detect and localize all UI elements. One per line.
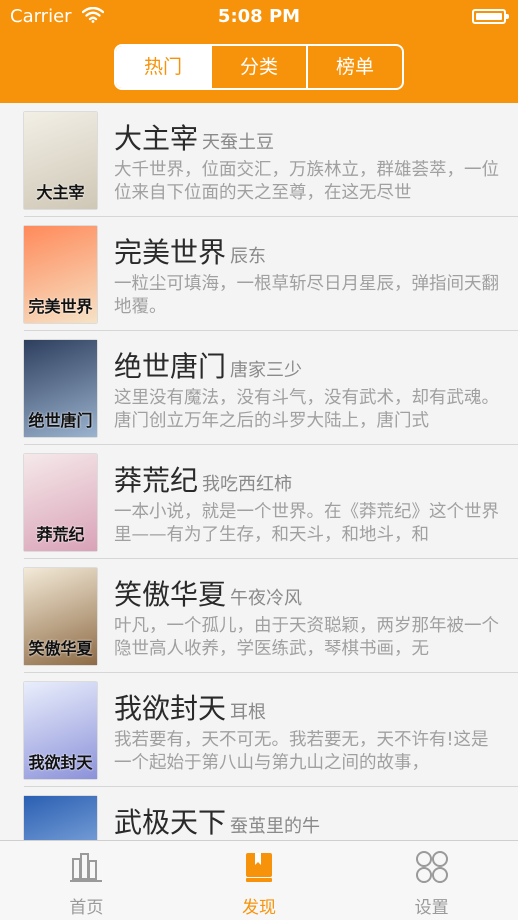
book-cover: 大主宰 [24, 112, 97, 209]
nav-header: Carrier 5:08 PM 热门 分类 榜单 [0, 0, 518, 103]
book-author: 午夜冷风 [230, 588, 303, 609]
settings-icon [415, 851, 448, 883]
cover-title: 绝世唐门 [28, 411, 93, 430]
tab-label-home: 首页 [69, 898, 104, 918]
segment-ranking[interactable]: 榜单 [306, 46, 402, 88]
book-title-line: 我欲封天 耳根 [114, 687, 266, 727]
book-description: 叶凡，一个孤儿，由于天资聪颖，两岁那年被一个隐世高人收养，学医练武，琴棋书画，无 [114, 616, 499, 659]
book-row-5[interactable]: 我欲封天 我欲封天 耳根 我若要有，天不可无。我若要无，天不许有!这是一个起始于第… [24, 673, 518, 787]
tab-bar: 首页 发现 设置 [0, 840, 518, 920]
book-title: 大主宰 [114, 122, 199, 155]
book-row-1[interactable]: 完美世界 完美世界 辰东 一粒尘可填海，一根草斩尽日月星辰，弹指间天翻地覆。 [24, 217, 518, 331]
book-list: 大主宰 大主宰 天蚕土豆 大千世界，位面交汇，万族林立，群雄荟萃，一位位来自下位面… [0, 103, 518, 840]
book-author: 耳根 [230, 702, 267, 723]
book-title: 绝世唐门 [114, 350, 227, 383]
book-row-3[interactable]: 莽荒纪 莽荒纪 我吃西红柿 一本小说，就是一个世界。在《莽荒纪》这个世界里——有为… [24, 445, 518, 559]
cover-title: 大主宰 [36, 183, 85, 202]
book-title-line: 大主宰 天蚕土豆 [114, 117, 274, 157]
cover-title: 完美世界 [28, 297, 93, 316]
book-row-2[interactable]: 绝世唐门 绝世唐门 唐家三少 这里没有魔法，没有斗气，没有武术，却有武魂。唐门创立… [24, 331, 518, 445]
cover-title: 笑傲华夏 [28, 639, 93, 658]
segment-category[interactable]: 分类 [210, 46, 306, 88]
tab-label-settings: 设置 [414, 898, 449, 918]
book-cover: 完美世界 [24, 226, 97, 323]
book-author: 辰东 [230, 246, 267, 267]
book-row-4[interactable]: 笑傲华夏 笑傲华夏 午夜冷风 叶凡，一个孤儿，由于天资聪颖，两岁那年被一个隐世高人… [24, 559, 518, 673]
book-cover: 莽荒纪 [24, 454, 97, 551]
segment-hot[interactable]: 热门 [116, 46, 210, 88]
tab-home[interactable]: 首页 [0, 841, 173, 920]
book-cover: 武极 [24, 796, 97, 840]
status-time: 5:08 PM [217, 6, 301, 27]
book-author: 蚕茧里的牛 [230, 816, 321, 837]
book-title-line: 笑傲华夏 午夜冷风 [114, 573, 302, 613]
book-cover: 绝世唐门 [24, 340, 97, 437]
book-row-6[interactable]: 武极 武极天下蚕茧里的牛 [24, 787, 518, 840]
book-icon [246, 853, 272, 882]
book-title: 莽荒纪 [114, 464, 199, 497]
battery-icon [472, 9, 509, 24]
book-author: 唐家三少 [230, 360, 303, 381]
book-title-line: 完美世界 辰东 [114, 231, 266, 271]
tab-discover[interactable]: 发现 [173, 841, 346, 920]
book-title-line: 武极天下 蚕茧里的牛 [114, 801, 320, 840]
book-title-line: 绝世唐门 唐家三少 [114, 345, 302, 385]
book-title-line: 莽荒纪 我吃西红柿 [114, 459, 292, 499]
book-description: 大千世界，位面交汇，万族林立，群雄荟萃，一位位来自下位面的天之至尊，在这无尽世 [114, 160, 499, 203]
book-description: 我若要有，天不可无。我若要无，天不许有!这是一个起始于第八山与第九山之间的故事， [114, 730, 489, 773]
book-description: 一粒尘可填海，一根草斩尽日月星辰，弹指间天翻地覆。 [114, 274, 499, 317]
book-cover: 我欲封天 [24, 682, 97, 779]
book-title: 武极天下 [114, 806, 227, 839]
book-title: 笑傲华夏 [114, 578, 227, 611]
tab-label-discover: 发现 [242, 898, 276, 918]
tab-settings[interactable]: 设置 [345, 841, 518, 920]
book-author: 我吃西红柿 [202, 474, 293, 495]
book-author: 天蚕土豆 [202, 132, 275, 153]
segmented-control: 热门 分类 榜单 [114, 44, 404, 90]
book-row-0[interactable]: 大主宰 大主宰 天蚕土豆 大千世界，位面交汇，万族林立，群雄荟萃，一位位来自下位面… [24, 103, 518, 217]
status-bar: Carrier 5:08 PM [0, 0, 518, 36]
book-title: 我欲封天 [114, 692, 227, 725]
book-cover: 笑傲华夏 [24, 568, 97, 665]
book-description: 这里没有魔法，没有斗气，没有武术，却有武魂。唐门创立万年之后的斗罗大陆上，唐门式 [114, 388, 499, 431]
library-icon [70, 853, 103, 882]
cover-title: 莽荒纪 [36, 525, 85, 544]
book-title: 完美世界 [114, 236, 227, 269]
book-description: 一本小说，就是一个世界。在《莽荒纪》这个世界里——有为了生存，和天斗，和地斗，和 [114, 502, 499, 545]
cover-title: 我欲封天 [28, 753, 93, 772]
